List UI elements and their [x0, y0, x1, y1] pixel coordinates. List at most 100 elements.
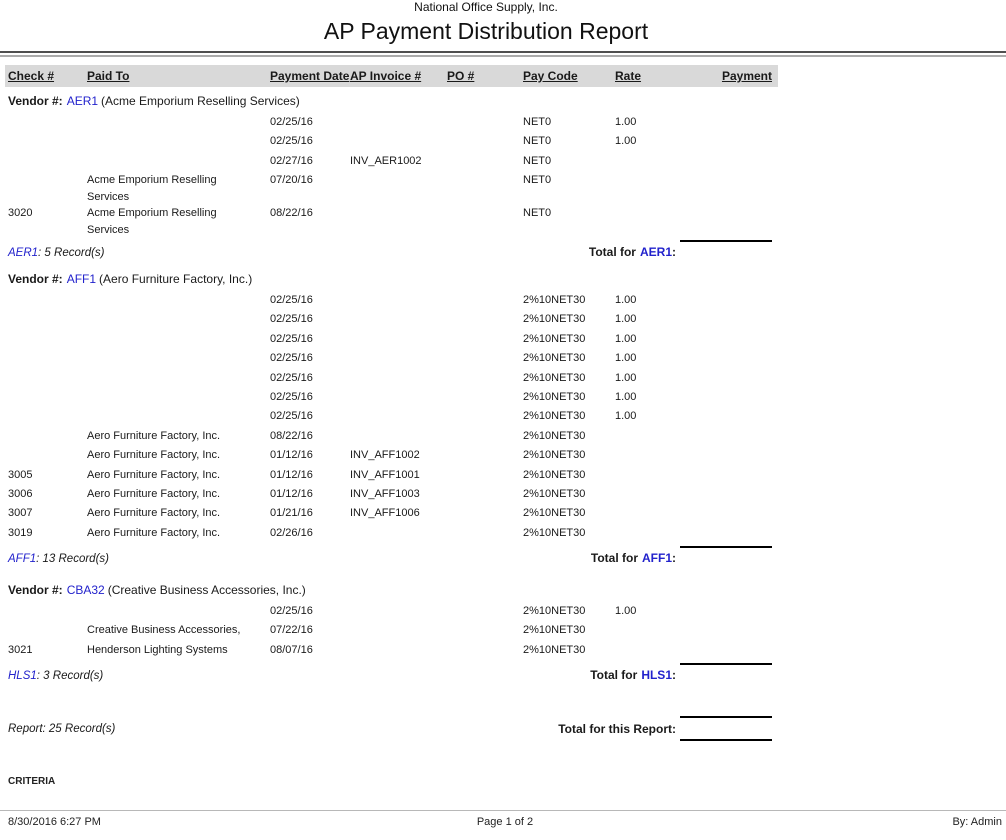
cell-rate: 1.00: [615, 408, 680, 425]
cell-pay-code: 2%10NET30: [523, 389, 615, 406]
vendor-total-area: AER1: 5 Record(s) Total forAER1:: [0, 240, 772, 259]
table-row: 02/25/16 2%10NET30 1.00: [0, 331, 772, 350]
cell-payment-date: 02/26/16: [270, 525, 350, 542]
cell-payment-date: 01/12/16: [270, 467, 350, 484]
column-header-po: PO #: [447, 69, 523, 83]
cell-pay-code: 2%10NET30: [523, 622, 615, 639]
cell-paid-to: Aero Furniture Factory, Inc.: [87, 428, 270, 445]
total-prefix: Total for: [591, 551, 638, 565]
cell-paid-to: Aero Furniture Factory, Inc.: [87, 486, 270, 503]
cell-rate: 1.00: [615, 350, 680, 367]
record-count-text: : 13 Record(s): [36, 553, 109, 565]
cell-check-number: 3019: [8, 525, 87, 542]
cell-payment-date: 08/22/16: [270, 205, 350, 222]
cell-paid-to: Aero Furniture Factory, Inc.: [87, 467, 270, 484]
cell-payment-date: 02/25/16: [270, 603, 350, 620]
cell-payment-date: 01/12/16: [270, 447, 350, 464]
cell-pay-code: 2%10NET30: [523, 350, 615, 367]
table-row: 3005 Aero Furniture Factory, Inc. 01/12/…: [0, 467, 772, 486]
cell-rate: 1.00: [615, 311, 680, 328]
vendor-code: AFF1: [67, 272, 96, 286]
cell-payment-date: 02/25/16: [270, 311, 350, 328]
table-row: 02/25/16 2%10NET30 1.00: [0, 389, 772, 408]
record-count: HLS1: 3 Record(s): [0, 670, 590, 682]
vendor-total-area: AFF1: 13 Record(s) Total forAFF1:: [0, 546, 772, 565]
cell-rate: 1.00: [615, 389, 680, 406]
cell-paid-to: Aero Furniture Factory, Inc.: [87, 447, 270, 464]
report-total-label: Total for this Report:: [558, 722, 676, 736]
cell-paid-to: Aero Furniture Factory, Inc.: [87, 525, 270, 542]
cell-payment-date: 02/25/16: [270, 408, 350, 425]
total-prefix: Total for: [589, 245, 636, 259]
report-total-value: [680, 716, 772, 741]
cell-payment-date: 08/07/16: [270, 642, 350, 659]
vendor-code: CBA32: [67, 583, 105, 597]
cell-check-number: 3005: [8, 467, 87, 484]
column-header-paid-to: Paid To: [87, 69, 270, 83]
record-count: AFF1: 13 Record(s): [0, 553, 591, 565]
cell-pay-code: 2%10NET30: [523, 331, 615, 348]
vendor-name: (Acme Emporium Reselling Services): [101, 94, 300, 108]
cell-payment-date: 02/27/16: [270, 153, 350, 170]
record-count-code: HLS1: [8, 670, 37, 682]
cell-pay-code: NET0: [523, 153, 615, 170]
record-count-code: AFF1: [8, 553, 36, 565]
table-row: 02/25/16 2%10NET30 1.00: [0, 408, 772, 427]
vendor-prefix-label: Vendor #:: [8, 583, 63, 597]
cell-pay-code: NET0: [523, 172, 615, 189]
cell-payment-date: 08/22/16: [270, 428, 350, 445]
table-row: 02/25/16 2%10NET30 1.00: [0, 350, 772, 369]
cell-check-number: 3020: [8, 205, 87, 222]
total-underline: [680, 663, 772, 665]
table-row: 02/25/16 NET0 1.00: [0, 133, 772, 152]
table-row: 02/25/16 2%10NET30 1.00: [0, 603, 772, 622]
record-count-text: : 3 Record(s): [37, 670, 103, 682]
cell-payment-date: 07/20/16: [270, 172, 350, 189]
vendor-section-aer1: Vendor #: AER1 (Acme Emporium Reselling Se…: [0, 94, 772, 259]
report-total-area: Report: 25 Record(s) Total for this Repo…: [0, 716, 772, 741]
cell-rate: 1.00: [615, 331, 680, 348]
column-header-pay-code: Pay Code: [523, 69, 615, 83]
footer-datetime: 8/30/2016 6:27 PM: [8, 816, 339, 828]
cell-pay-code: NET0: [523, 205, 615, 222]
cell-payment-date: 01/12/16: [270, 486, 350, 503]
table-row: 3021 Henderson Lighting Systems 08/07/16…: [0, 642, 772, 661]
cell-pay-code: 2%10NET30: [523, 408, 615, 425]
total-code: AFF1: [642, 551, 672, 565]
total-colon: :: [672, 245, 676, 259]
record-count-code: AER1: [8, 247, 38, 259]
table-row: 3007 Aero Furniture Factory, Inc. 01/21/…: [0, 505, 772, 524]
header-divider: [0, 51, 1006, 57]
vendor-section-cba32: Vendor #:CBA32(Creative Business Accesso…: [0, 583, 772, 682]
cell-pay-code: 2%10NET30: [523, 642, 615, 659]
total-code: AER1: [640, 245, 672, 259]
cell-paid-to: Creative Business Accessories,: [87, 622, 270, 639]
page-title: AP Payment Distribution Report: [0, 18, 972, 45]
cell-payment-date: 02/25/16: [270, 370, 350, 387]
cell-ap-invoice: INV_AER1002: [350, 153, 447, 170]
cell-payment-date: 02/25/16: [270, 389, 350, 406]
cell-payment-date: 02/25/16: [270, 350, 350, 367]
column-header-payment: Payment: [680, 69, 772, 83]
total-underline: [680, 546, 772, 548]
vendor-total-area: HLS1: 3 Record(s) Total forHLS1:: [0, 663, 772, 682]
vendor-total-label: Total for AER1:: [589, 245, 676, 259]
vendor-heading: Vendor #: AFF1(Aero Furniture Factory, In…: [0, 272, 772, 288]
vendor-prefix-label: Vendor #:: [8, 272, 63, 286]
cell-payment-date: 02/25/16: [270, 331, 350, 348]
cell-pay-code: 2%10NET30: [523, 370, 615, 387]
table-row: Creative Business Accessories, 07/22/16 …: [0, 622, 772, 641]
table-row: Aero Furniture Factory, Inc. 01/12/16 IN…: [0, 447, 772, 466]
cell-rate: 1.00: [615, 133, 680, 150]
vendor-name: (Aero Furniture Factory, Inc.): [99, 272, 252, 286]
cell-check-number: 3006: [8, 486, 87, 503]
cell-paid-to: Acme Emporium Reselling Services: [87, 172, 270, 205]
cell-payment-date: 02/25/16: [270, 133, 350, 150]
company-name: National Office Supply, Inc.: [0, 0, 972, 14]
cell-pay-code: 2%10NET30: [523, 486, 615, 503]
table-row: 3019 Aero Furniture Factory, Inc. 02/26/…: [0, 525, 772, 544]
vendor-total-label: Total forAFF1:: [591, 551, 676, 565]
vendor-prefix-label: Vendor #:: [8, 94, 63, 108]
cell-paid-to: Acme Emporium Reselling Services: [87, 205, 270, 238]
cell-payment-date: 02/25/16: [270, 114, 350, 131]
